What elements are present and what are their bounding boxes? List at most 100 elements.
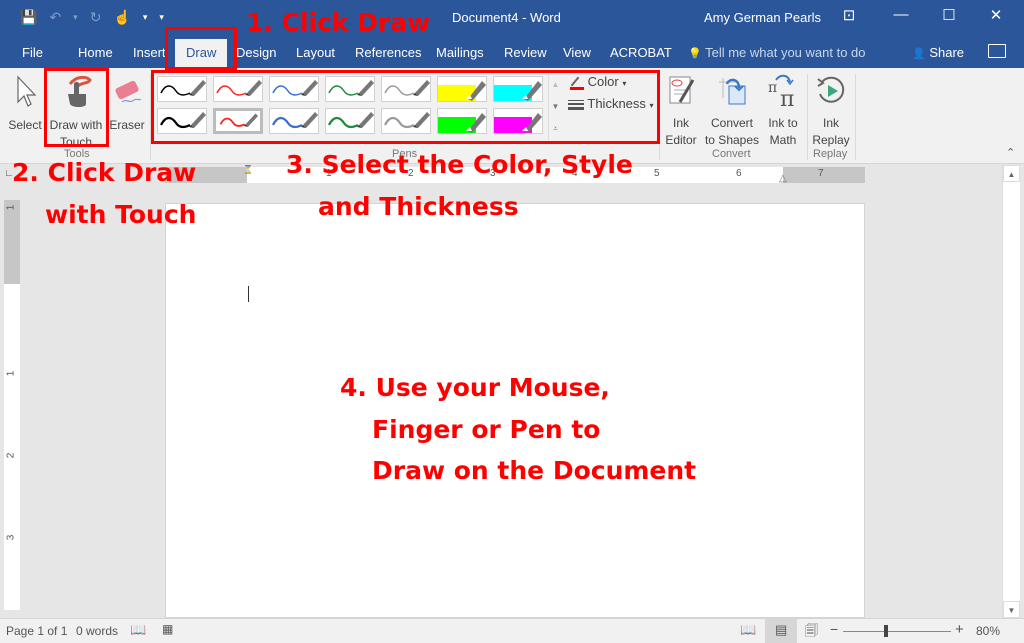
eraser-button[interactable]: Eraser [108,74,146,134]
select-button[interactable]: Select [6,74,44,134]
touch-mode-icon[interactable]: ☝ [113,8,130,26]
lightbulb-icon: 💡 [688,48,702,60]
tab-file[interactable]: File [22,45,43,60]
step-4-annotation-line-3: Draw on the Document [372,456,697,485]
draw-with-touch-highlight [44,68,109,147]
redo-icon[interactable]: ↻ [90,8,102,26]
web-layout-icon[interactable]: 🗐 [805,622,818,643]
step-1-annotation: 1. Click Draw [246,8,431,37]
ribbon-tabs: File Home Insert Draw Design Layout Refe… [0,36,1024,68]
word-count[interactable]: 0 words [76,624,118,638]
save-icon[interactable]: 💾 [20,8,37,26]
document-page[interactable] [165,203,865,618]
ink-replay-label-2: Replay [812,133,850,147]
zoom-in-button[interactable]: + [955,621,964,638]
step-3-annotation-line-1: 3. Select the Color, Style [286,150,633,179]
quick-access-toolbar: 💾 ↶ ▾ ↻ ☝ ▾ ▾ [20,8,164,26]
ink-editor-label-2: Editor [665,133,697,147]
title-bar: 💾 ↶ ▾ ↻ ☝ ▾ ▾ Document4 - Word Amy Germa… [0,0,1024,36]
tab-home[interactable]: Home [78,45,113,60]
maximize-button[interactable]: ☐ [934,6,964,24]
text-cursor [248,286,249,302]
eraser-icon [115,80,142,103]
right-margin-area [783,167,865,183]
proofing-icon[interactable]: 📖 [130,622,146,638]
ruler-number: 1 [5,204,17,211]
undo-dropdown-icon[interactable]: ▾ [73,8,78,26]
customize-qat-icon[interactable]: ▾ [159,8,164,26]
convert-shapes-icon [719,78,746,105]
ink-editor-button[interactable]: Ink Editor [663,74,699,149]
pens-highlight [151,70,660,144]
ruler-number: 7 [818,168,824,179]
touch-mode-dropdown-icon[interactable]: ▾ [143,8,148,26]
draw-tab-highlight [165,27,237,70]
user-name[interactable]: Amy German Pearls [704,10,821,25]
read-mode-icon[interactable]: 📖 [740,622,756,638]
ruler-number: 1 [5,370,17,377]
scroll-down-icon[interactable]: ▼ [1003,601,1020,618]
ink-to-math-label-1: Ink to [768,116,798,130]
convert-group-label: Convert [712,148,751,160]
group-separator [855,74,856,160]
tab-mailings[interactable]: Mailings [436,45,484,60]
zoom-slider-thumb[interactable] [884,625,888,637]
ruler-number: 6 [736,168,742,179]
share-label: Share [929,45,965,60]
tab-view[interactable]: View [563,45,591,60]
convert-to-shapes-button[interactable]: Convert to Shapes [703,74,761,149]
ink-editor-icon [669,76,695,104]
tab-design[interactable]: Design [236,45,276,60]
tell-me-placeholder: Tell me what you want to do [705,45,866,60]
svg-text:π: π [780,87,794,108]
ribbon-display-options-icon[interactable]: ⊡ [834,6,864,24]
comments-icon[interactable] [988,44,1006,58]
close-button[interactable]: ✕ [981,6,1011,24]
convert-shapes-label-1: Convert [710,116,754,130]
eraser-label: Eraser [109,118,145,132]
ink-to-math-button[interactable]: π π Ink to Math [764,74,802,149]
step-2-annotation-line-1: 2. Click Draw [12,158,197,187]
right-indent-marker[interactable]: △ [779,173,787,184]
step-4-annotation-line-2: Finger or Pen to [372,415,601,444]
ruler-number: 2 [5,452,17,459]
tell-me-search[interactable]: 💡 Tell me what you want to do [688,45,866,60]
step-2-annotation-line-2: with Touch [45,200,197,229]
zoom-level[interactable]: 80% [976,624,1000,638]
convert-shapes-label-2: to Shapes [704,133,760,147]
tab-layout[interactable]: Layout [296,45,335,60]
ink-replay-button[interactable]: Ink Replay [810,74,852,149]
print-layout-icon[interactable]: ▤ [775,622,787,638]
zoom-slider-track[interactable] [843,631,951,632]
svg-text:π: π [768,80,777,96]
first-line-indent-marker[interactable]: ⏳ [243,165,253,174]
scroll-up-icon[interactable]: ▲ [1003,165,1020,182]
vertical-scrollbar[interactable]: ▲ ▼ [1002,165,1020,618]
tab-review[interactable]: Review [504,45,547,60]
ink-to-math-icon: π π [768,74,794,112]
page-count[interactable]: Page 1 of 1 [6,624,67,638]
minimize-button[interactable]: — [886,6,916,23]
share-button[interactable]: 👤 Share [912,45,964,60]
collapse-ribbon-icon[interactable]: ⌃ [1006,146,1015,159]
ruler-number: 3 [5,534,17,541]
select-label: Select [8,118,42,132]
zoom-out-button[interactable]: − [830,621,838,637]
person-icon: 👤 [912,48,926,60]
tab-acrobat[interactable]: ACROBAT [610,45,672,60]
tab-references[interactable]: References [355,45,421,60]
replay-group-label: Replay [813,148,848,160]
step-4-annotation-line-1: 4. Use your Mouse, [340,373,610,402]
ink-editor-label-1: Ink [672,116,689,130]
undo-icon[interactable]: ↶ [49,8,61,26]
ink-to-math-label-2: Math [769,133,797,147]
vertical-ruler[interactable]: 1 1 2 3 [4,200,20,610]
ruler-number: 5 [654,168,660,179]
ink-replay-icon [817,76,845,103]
step-3-annotation-line-2: and Thickness [318,192,519,221]
tab-insert[interactable]: Insert [133,45,166,60]
document-title: Document4 - Word [452,10,561,25]
top-margin-area [4,200,20,284]
ink-replay-label-1: Ink [822,116,839,130]
macro-recording-icon[interactable]: ▦ [162,622,173,636]
